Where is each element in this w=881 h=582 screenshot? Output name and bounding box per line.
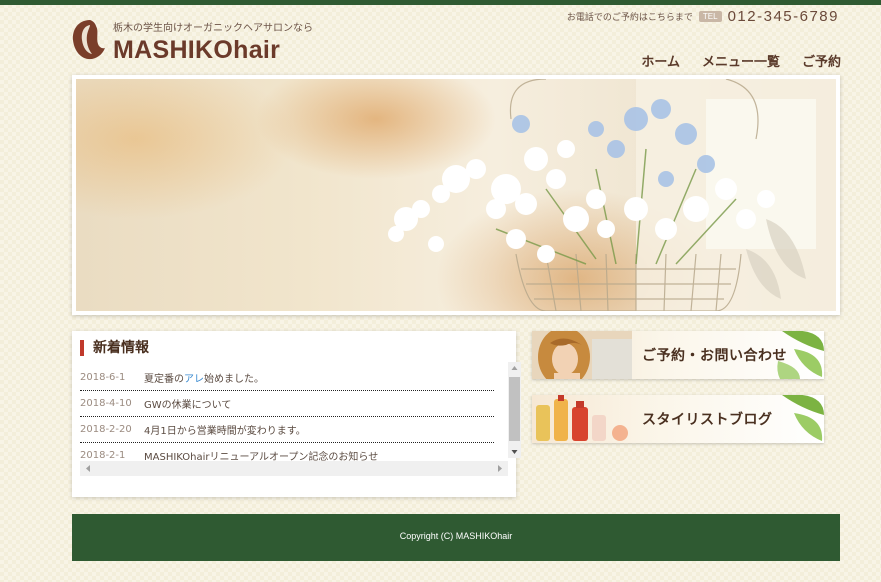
hero-image	[72, 75, 840, 315]
tel-label: TEL	[698, 11, 722, 22]
phone-number[interactable]: 012-345-6789	[728, 8, 839, 25]
news-text: 夏定番のアレ始めました。	[144, 370, 264, 385]
news-heading: 新着情報	[80, 340, 149, 356]
hero-flower-photo	[76, 79, 836, 311]
news-date: 2018-2-1	[80, 450, 126, 461]
news-text-before: 夏定番の	[144, 374, 184, 385]
phone-contact: お電話でのご予約はこちらまで TEL 012-345-6789	[567, 8, 839, 25]
news-date: 2018-4-10	[80, 398, 132, 409]
footer: Copyright (C) MASHIKOhair	[72, 514, 840, 561]
reservation-banner-label: ご予約・お問い合わせ	[642, 348, 787, 364]
news-vertical-scrollbar[interactable]	[508, 362, 521, 458]
nav-home[interactable]: ホーム	[641, 51, 680, 70]
stylist-blog-banner[interactable]: スタイリストブログ	[532, 395, 824, 443]
news-item: 2018-6-1 夏定番のアレ始めました。	[80, 365, 494, 391]
news-link[interactable]: アレ	[184, 374, 204, 385]
phone-note: お電話でのご予約はこちらまで	[566, 13, 693, 23]
reservation-banner[interactable]: ご予約・お問い合わせ	[532, 331, 824, 379]
logo-hair-icon	[72, 20, 105, 60]
scroll-left-arrow-icon	[86, 465, 90, 472]
scrollbar-track-icon	[509, 366, 520, 454]
site-title[interactable]: MASHIKOhair	[113, 36, 280, 65]
nav-reservation[interactable]: ご予約	[802, 51, 841, 70]
top-bar	[0, 0, 881, 5]
scroll-up-arrow-icon	[511, 366, 518, 370]
news-text-after: 始めました。	[204, 374, 264, 385]
news-item: 2018-2-20 4月1日から営業時間が変わります。	[80, 417, 494, 443]
news-date: 2018-6-1	[80, 372, 126, 383]
news-item: 2018-4-10 GWの休業について	[80, 391, 494, 417]
scroll-thumb	[509, 377, 520, 441]
main-nav: ホーム メニュー一覧 ご予約	[641, 51, 841, 70]
tagline: 栃木の学生向けオーガニックヘアサロンなら	[113, 23, 313, 34]
news-horizontal-scrollbar[interactable]	[80, 461, 508, 476]
flower-vase-illustration	[388, 79, 836, 311]
scroll-right-arrow-icon	[498, 465, 502, 472]
news-text: 4月1日から営業時間が変わります。	[144, 426, 306, 437]
news-date: 2018-2-20	[80, 424, 132, 435]
stylist-blog-banner-label: スタイリストブログ	[642, 412, 773, 428]
nav-menu-list[interactable]: メニュー一覧	[702, 51, 780, 70]
hscroll-track-icon	[86, 465, 502, 472]
scroll-down-arrow-icon	[511, 450, 518, 454]
copyright: Copyright (C) MASHIKOhair	[399, 531, 513, 541]
news-text: GWの休業について	[144, 400, 232, 411]
